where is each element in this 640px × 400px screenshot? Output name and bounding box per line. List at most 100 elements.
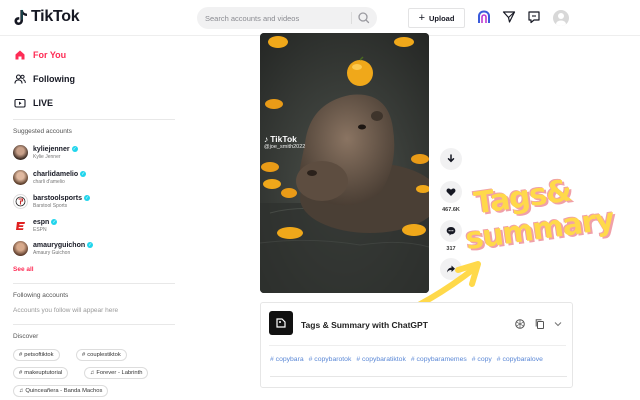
discover-chip[interactable]: # makeuptutorial	[13, 367, 69, 379]
heart-icon	[446, 188, 456, 196]
panel-title: Tags & Summary with ChatGPT	[301, 320, 428, 330]
account-subtitle: ESPN	[33, 226, 47, 233]
account-subtitle: Barstool Sports	[33, 202, 68, 209]
search-icon[interactable]	[355, 10, 373, 26]
hashtag-icon: #	[82, 352, 86, 358]
video-player[interactable]	[260, 33, 429, 293]
comment-icon	[446, 227, 456, 236]
following-empty-text: Accounts you follow will appear here	[13, 307, 119, 314]
discover-chip[interactable]: # petsoftiktok	[13, 349, 60, 361]
tags-summary-panel: Tags & Summary with ChatGPT # copybara #…	[260, 302, 573, 388]
search-input[interactable]	[205, 11, 350, 25]
upload-label: Upload	[429, 13, 455, 23]
hashtag-icon: #	[19, 352, 23, 358]
discover-chip[interactable]: # couplestiktok	[76, 349, 127, 361]
comment-button[interactable]	[440, 220, 462, 242]
extension-icon[interactable]	[477, 10, 491, 24]
avatar	[13, 194, 28, 209]
promo-overlay: Tags& summary	[463, 173, 630, 257]
suggested-account[interactable]: espn ✓ ESPN	[13, 218, 58, 233]
search-divider	[351, 12, 352, 24]
tag-link[interactable]: # copybaratiktok	[356, 356, 406, 363]
chatgpt-icon[interactable]	[514, 318, 526, 330]
following-title: Following accounts	[13, 292, 69, 299]
account-subtitle: Kylie Jenner	[33, 153, 61, 160]
verified-icon: ✓	[87, 242, 94, 248]
people-icon	[14, 74, 26, 84]
verified-icon: ✓	[80, 171, 87, 177]
extension-logo-icon	[269, 311, 293, 335]
tag-link[interactable]: # copy	[472, 356, 492, 363]
download-icon	[447, 154, 455, 163]
search-bar	[197, 7, 377, 29]
tag-link[interactable]: # copybarotok	[309, 356, 352, 363]
nav-label: Following	[33, 74, 75, 84]
espn-logo-icon	[15, 221, 25, 230]
account-name: charlidamelio	[33, 170, 79, 178]
top-bar: TikTok + Upload	[0, 0, 640, 36]
inbox-icon[interactable]	[527, 10, 541, 24]
like-count: 467.6K	[442, 207, 460, 213]
download-button[interactable]	[440, 148, 462, 170]
logo-text: TikTok	[31, 8, 80, 25]
verified-icon: ✓	[84, 195, 91, 201]
avatar	[13, 170, 28, 185]
profile-icon	[556, 13, 566, 26]
music-note-icon: ♫	[90, 370, 95, 376]
chip-label: couplestiktok	[87, 352, 121, 358]
verified-icon: ✓	[71, 146, 78, 152]
music-note-icon: ♫	[19, 388, 24, 394]
discover-title: Discover	[13, 333, 39, 340]
tiktok-logo-icon	[14, 9, 27, 25]
home-icon	[15, 50, 25, 60]
live-icon	[14, 98, 26, 108]
watermark-brand: TikTok	[270, 134, 297, 144]
tag-link[interactable]: # copybaralove	[497, 356, 543, 363]
account-subtitle: charli d'amelio	[33, 178, 65, 185]
suggested-account[interactable]: kyliejenner ✓ Kylie Jenner	[13, 145, 78, 160]
nav-label: For You	[33, 50, 67, 60]
hashtag-icon: #	[19, 370, 23, 376]
account-name: espn	[33, 218, 50, 226]
sidebar-divider	[13, 283, 175, 284]
sidebar-divider	[13, 324, 175, 325]
comment-count: 317	[446, 246, 456, 252]
avatar	[13, 218, 28, 233]
tag-list: # copybara # copybarotok # copybaratikto…	[270, 356, 570, 363]
user-avatar[interactable]	[553, 10, 569, 26]
send-icon[interactable]	[502, 10, 516, 24]
verified-icon: ✓	[51, 219, 58, 225]
nav-for-you[interactable]: For You	[14, 49, 66, 61]
copy-icon[interactable]	[534, 318, 546, 330]
see-all-link[interactable]: See all	[13, 266, 34, 273]
discover-chip[interactable]: ♫ Forever - Labrinth	[84, 367, 149, 379]
chevron-down-icon[interactable]	[552, 318, 564, 330]
nav-following[interactable]: Following	[14, 73, 75, 85]
like-button[interactable]	[440, 181, 462, 203]
nav-live[interactable]: LIVE	[14, 97, 53, 109]
plus-icon: +	[418, 11, 425, 24]
chip-label: Quinceañera - Banda Machos	[25, 388, 103, 394]
avatar	[13, 241, 28, 256]
nav-label: LIVE	[33, 98, 54, 108]
tag-link[interactable]: # copybara	[270, 356, 304, 363]
discover-chip[interactable]: ♫ Quinceañera - Banda Machos	[13, 385, 109, 397]
account-name: barstoolsports	[33, 194, 83, 202]
account-name: amauryguichon	[33, 241, 86, 249]
account-subtitle: Amaury Guichon	[33, 249, 71, 256]
suggested-account[interactable]: barstoolsports ✓ Barstool Sports	[13, 194, 91, 209]
video-watermark: ♪ TikTok @joe_smith2022	[264, 134, 305, 150]
chip-label: petsoftiktok	[24, 352, 54, 358]
tiktok-logo[interactable]: TikTok	[14, 8, 80, 26]
tag-link[interactable]: # copybaramemes	[411, 356, 467, 363]
barstool-logo-icon	[15, 196, 26, 207]
suggested-account[interactable]: amauryguichon ✓ Amaury Guichon	[13, 241, 94, 256]
upload-button[interactable]: + Upload	[408, 8, 465, 28]
chip-label: makeuptutorial	[24, 370, 63, 376]
suggested-account[interactable]: charlidamelio ✓ charli d'amelio	[13, 170, 87, 185]
avatar	[13, 145, 28, 160]
panel-divider	[269, 345, 566, 346]
suggested-title: Suggested accounts	[13, 128, 72, 135]
sidebar-divider	[13, 119, 175, 120]
sidebar: For You Following LIVE Suggested account…	[0, 36, 185, 400]
